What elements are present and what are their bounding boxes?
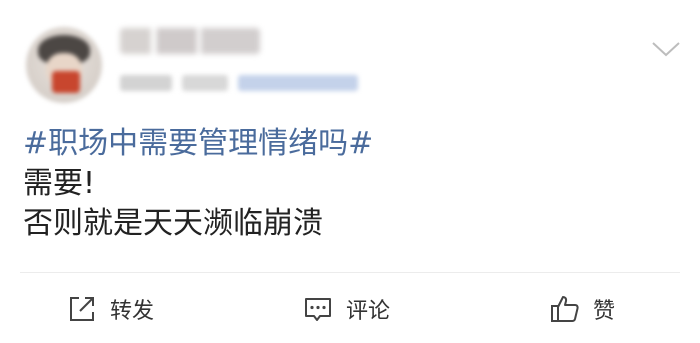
comment-button[interactable]: 评论 xyxy=(302,292,390,326)
share-external-icon xyxy=(66,293,98,325)
like-button[interactable]: 赞 xyxy=(549,292,615,326)
post-meta-blurred xyxy=(120,72,368,94)
comment-label: 评论 xyxy=(346,299,391,324)
post-text-line-2: 否则就是天天濒临崩溃 xyxy=(23,206,323,241)
comment-icon xyxy=(302,293,334,325)
post-content: #职场中需要管理情绪吗# 需要! 否则就是天天濒临崩溃 xyxy=(23,124,680,244)
thumbs-up-icon xyxy=(549,293,581,325)
chevron-down-icon[interactable] xyxy=(651,38,681,60)
hashtag-link[interactable]: #职场中需要管理情绪吗# xyxy=(23,124,680,164)
action-bar: 转发 评论 赞 xyxy=(0,273,700,343)
repost-button[interactable]: 转发 xyxy=(66,292,154,326)
like-label: 赞 xyxy=(593,299,616,324)
repost-label: 转发 xyxy=(110,299,155,324)
weibo-post-card: #职场中需要管理情绪吗# 需要! 否则就是天天濒临崩溃 转发 评论 赞 xyxy=(0,0,700,343)
avatar[interactable] xyxy=(26,27,102,103)
username-blurred[interactable] xyxy=(120,28,260,54)
post-text-line-1: 需要! xyxy=(23,166,96,201)
